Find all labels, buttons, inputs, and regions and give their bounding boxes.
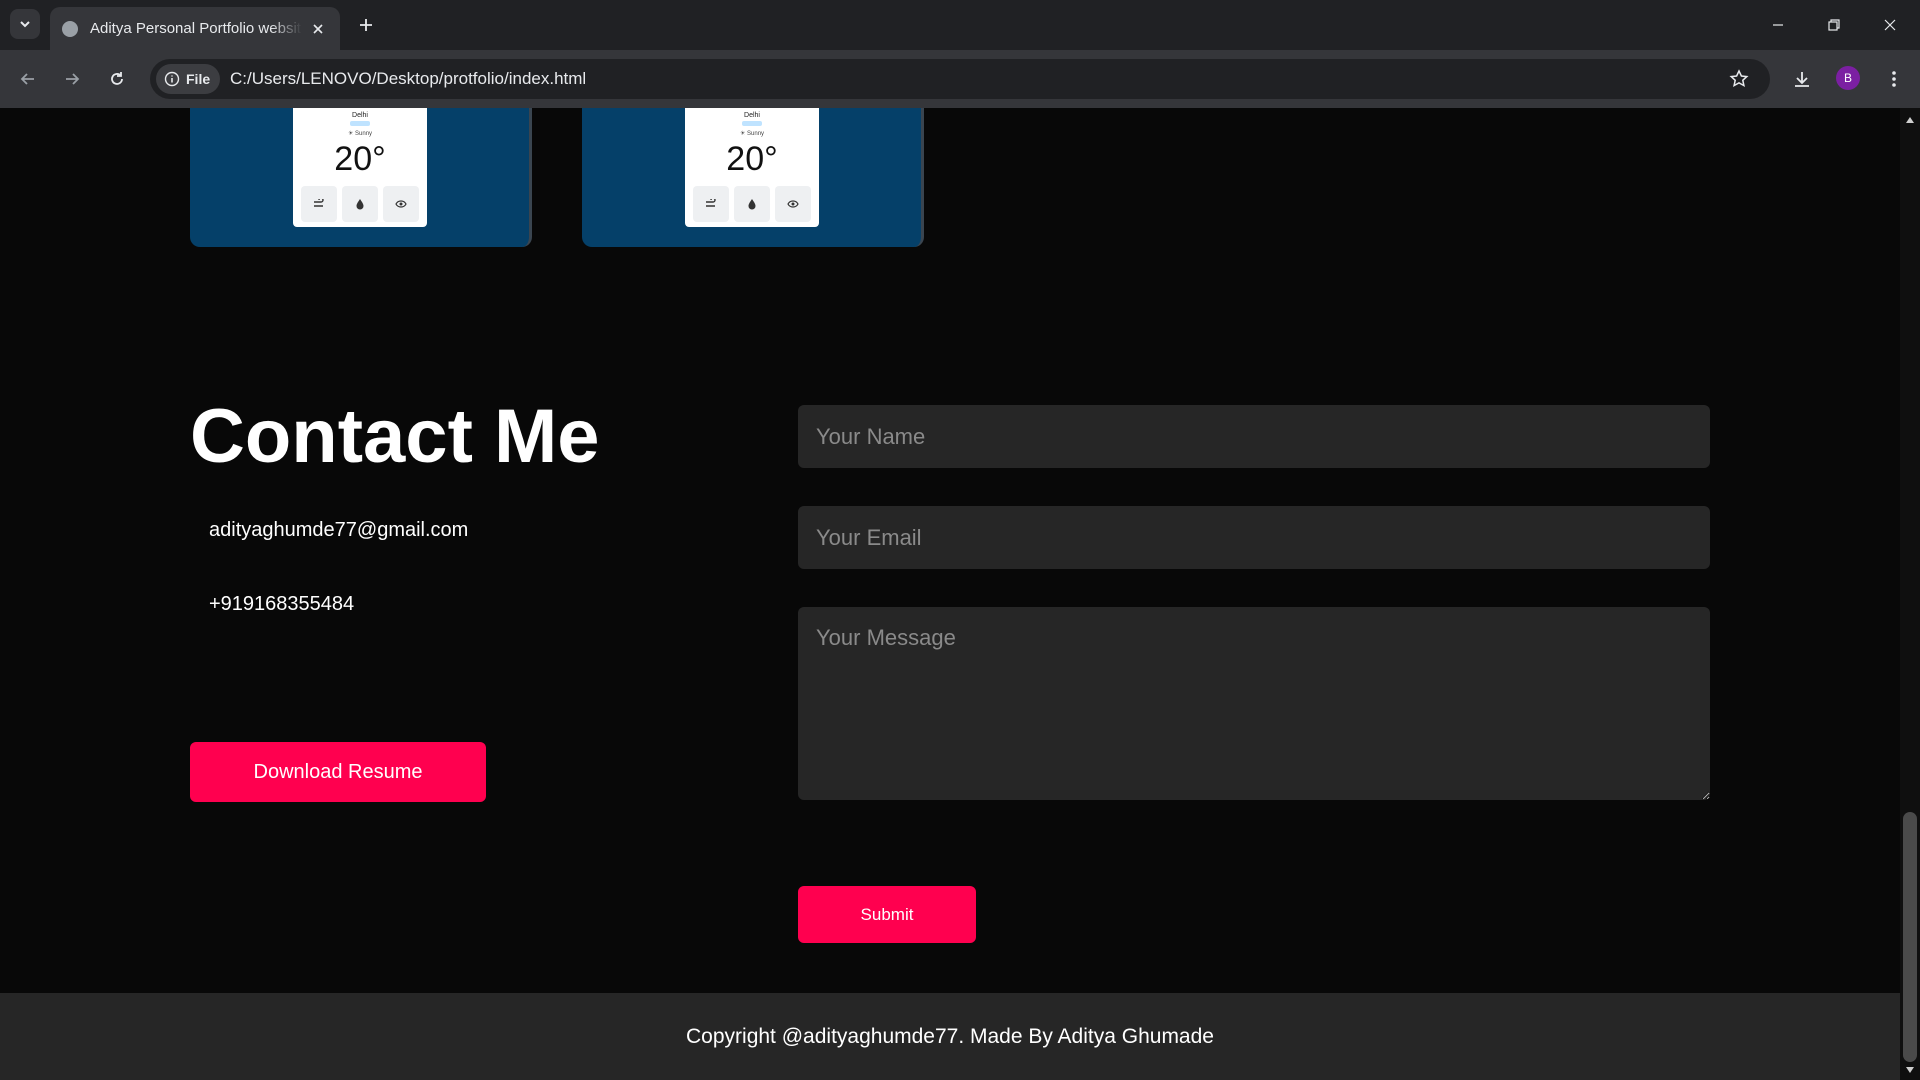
weather-condition: ☀ Sunny	[739, 131, 765, 137]
close-window-button[interactable]	[1875, 10, 1905, 40]
tab-title: Aditya Personal Portfolio website	[90, 20, 302, 37]
weather-temperature: 20°	[334, 140, 386, 178]
close-icon	[313, 23, 323, 34]
minimize-button[interactable]	[1763, 10, 1793, 40]
restore-icon	[1828, 19, 1840, 31]
project-card[interactable]: Delhi ☀ Sunny 20°	[582, 108, 924, 247]
contact-phone: +919168355484	[209, 593, 355, 615]
wind-icon	[301, 186, 337, 222]
visibility-icon	[383, 186, 419, 222]
scroll-up-arrow[interactable]	[1904, 114, 1916, 126]
humidity-icon	[734, 186, 770, 222]
wind-icon	[693, 186, 729, 222]
page-viewport: Delhi ☀ Sunny 20° Delhi ☀ Sunny 20° Cont…	[0, 108, 1900, 1080]
info-icon	[164, 71, 180, 87]
close-icon	[1884, 19, 1896, 31]
tab-close-button[interactable]	[308, 19, 328, 39]
weather-app-screenshot: Delhi ☀ Sunny 20°	[293, 108, 427, 227]
bookmark-button[interactable]	[1724, 64, 1754, 94]
scrollbar-thumb[interactable]	[1903, 812, 1917, 1062]
email-field[interactable]	[798, 506, 1710, 569]
star-icon	[1729, 69, 1749, 88]
triangle-up-icon	[1906, 117, 1914, 123]
footer: Copyright @adityaghumde77. Made By Adity…	[0, 993, 1900, 1080]
weather-temperature: 20°	[726, 140, 778, 178]
forward-button[interactable]	[57, 64, 87, 94]
profile-avatar[interactable]: B	[1836, 66, 1860, 90]
weather-app-screenshot: Delhi ☀ Sunny 20°	[685, 108, 819, 227]
weather-date-badge	[742, 121, 762, 126]
download-resume-button[interactable]: Download Resume	[190, 742, 486, 802]
copyright-text: Copyright @adityaghumde77. Made By Adity…	[686, 1024, 1214, 1048]
arrow-left-icon	[20, 73, 34, 85]
scroll-down-arrow[interactable]	[1904, 1064, 1916, 1076]
weather-stats	[693, 186, 811, 222]
humidity-icon	[342, 186, 378, 222]
url-text[interactable]: C:/Users/LENOVO/Desktop/protfolio/index.…	[230, 69, 586, 89]
weather-stats	[301, 186, 419, 222]
weather-city: Delhi	[744, 112, 760, 119]
download-icon	[1795, 72, 1809, 87]
plus-icon	[360, 19, 372, 31]
name-field[interactable]	[798, 405, 1710, 468]
weather-city: Delhi	[352, 112, 368, 119]
reload-icon	[111, 72, 123, 85]
tab-search-button[interactable]	[10, 9, 40, 39]
downloads-button[interactable]	[1787, 64, 1817, 94]
arrow-right-icon	[66, 73, 80, 85]
contact-email: adityaghumde77@gmail.com	[209, 519, 469, 541]
site-info-chip[interactable]: File	[156, 64, 220, 94]
triangle-down-icon	[1906, 1067, 1914, 1073]
project-card[interactable]: Delhi ☀ Sunny 20°	[190, 108, 532, 247]
submit-button[interactable]: Submit	[798, 886, 976, 943]
chevron-down-icon	[20, 21, 30, 28]
more-vertical-icon	[1892, 71, 1896, 87]
weather-condition: ☀ Sunny	[347, 131, 373, 137]
restore-button[interactable]	[1819, 10, 1849, 40]
visibility-icon	[775, 186, 811, 222]
weather-date-badge	[350, 121, 370, 126]
browser-tab[interactable]: Aditya Personal Portfolio website	[50, 7, 340, 50]
message-field[interactable]	[798, 607, 1710, 800]
contact-title: Contact Me	[190, 394, 600, 479]
menu-button[interactable]	[1879, 64, 1909, 94]
site-chip-label: File	[186, 71, 211, 87]
new-tab-button[interactable]	[354, 13, 378, 37]
globe-icon	[62, 20, 78, 37]
minimize-icon	[1773, 24, 1783, 26]
back-button[interactable]	[13, 64, 43, 94]
reload-button[interactable]	[102, 64, 132, 94]
